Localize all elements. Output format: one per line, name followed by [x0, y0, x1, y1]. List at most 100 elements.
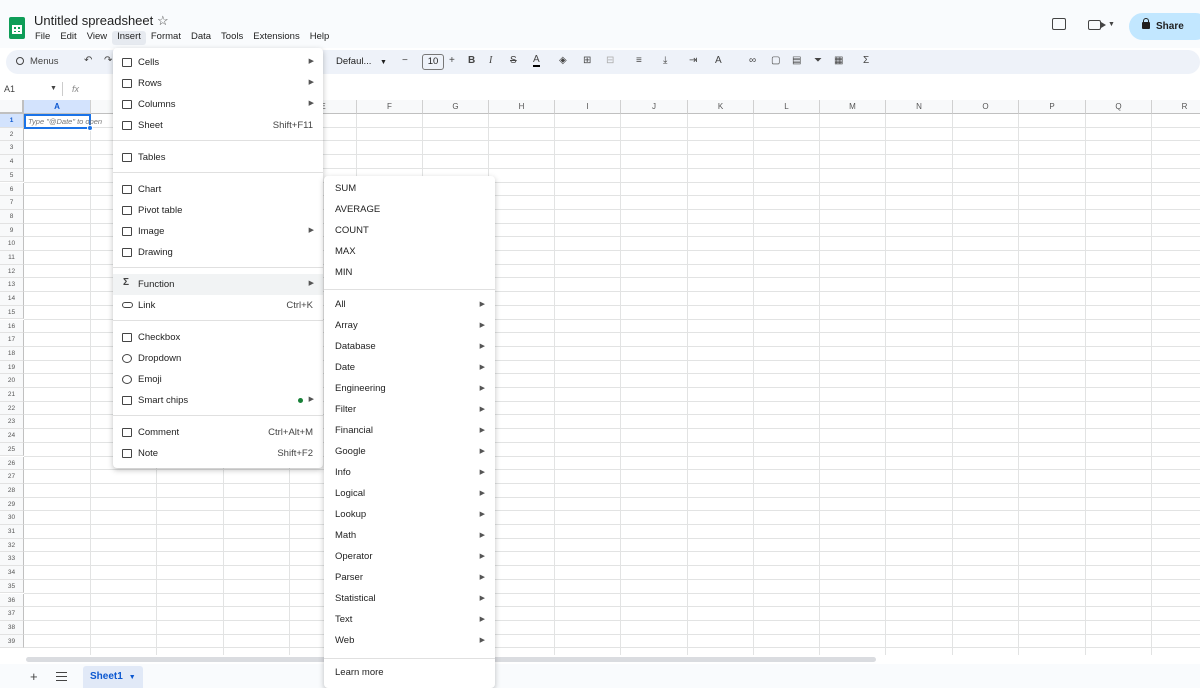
column-header-o[interactable]: O	[953, 100, 1019, 114]
undo-icon[interactable]: ↶	[84, 55, 92, 66]
row-header[interactable]: 39	[0, 634, 24, 649]
function-category-database[interactable]: Database ▶	[324, 336, 495, 357]
filter-icon[interactable]: ⏷	[814, 55, 822, 66]
row-header[interactable]: 22	[0, 401, 24, 416]
column-header-i[interactable]: I	[555, 100, 621, 114]
chevron-down-icon[interactable]: ▼	[129, 674, 136, 681]
function-category-date[interactable]: Date ▶	[324, 357, 495, 378]
row-header[interactable]: 29	[0, 497, 24, 512]
menu-format[interactable]: Format	[146, 31, 186, 45]
share-button[interactable]: Share	[1129, 13, 1200, 40]
column-header-r[interactable]: R	[1152, 100, 1200, 114]
column-header-m[interactable]: M	[820, 100, 886, 114]
menu-tools[interactable]: Tools	[216, 31, 248, 45]
function-category-parser[interactable]: Parser ▶	[324, 567, 495, 588]
column-header-k[interactable]: K	[688, 100, 754, 114]
meet-icon[interactable]	[1088, 20, 1106, 30]
row-header[interactable]: 14	[0, 292, 24, 306]
learn-more-link[interactable]: Learn more	[324, 662, 495, 683]
insert-menu-item-sheet[interactable]: Sheet Shift+F11	[113, 115, 323, 136]
row-header[interactable]: 7	[0, 196, 24, 210]
column-header-a[interactable]: A	[24, 100, 91, 114]
redo-icon[interactable]: ↷	[104, 55, 112, 66]
function-category-financial[interactable]: Financial ▶	[324, 420, 495, 441]
insert-menu-item-note[interactable]: Note Shift+F2	[113, 443, 323, 464]
row-header[interactable]: 19	[0, 360, 24, 375]
row-header[interactable]: 25	[0, 442, 24, 457]
search-menus[interactable]: Menus	[16, 56, 59, 67]
insert-comment-icon[interactable]: ▢	[771, 55, 780, 66]
row-header[interactable]: 15	[0, 305, 24, 320]
insert-menu-item-image[interactable]: Image ▶	[113, 221, 323, 242]
insert-chart-icon[interactable]: ▤	[792, 55, 801, 66]
column-header-h[interactable]: H	[489, 100, 555, 114]
function-category-all[interactable]: All ▶	[324, 294, 495, 315]
row-header[interactable]: 33	[0, 552, 24, 567]
function-category-array[interactable]: Array ▶	[324, 315, 495, 336]
chevron-down-icon[interactable]: ▼	[1108, 21, 1115, 28]
row-header[interactable]: 12	[0, 264, 24, 279]
row-header[interactable]: 3	[0, 141, 24, 156]
document-title[interactable]: Untitled spreadsheet	[34, 13, 153, 28]
insert-menu-item-columns[interactable]: Columns ▶	[113, 94, 323, 115]
row-header[interactable]: 38	[0, 620, 24, 635]
row-header[interactable]: 30	[0, 511, 24, 525]
insert-menu-item-cells[interactable]: Cells ▶	[113, 52, 323, 73]
column-header-q[interactable]: Q	[1086, 100, 1152, 114]
fill-handle[interactable]	[87, 125, 93, 131]
vertical-align-icon[interactable]: ⤓	[663, 55, 667, 66]
fill-color-icon[interactable]: ◈	[559, 55, 567, 66]
row-header[interactable]: 5	[0, 168, 24, 183]
row-header[interactable]: 35	[0, 579, 24, 594]
sheet-tab[interactable]: Sheet1 ▼	[83, 666, 143, 688]
all-sheets-icon[interactable]	[56, 672, 67, 681]
row-header[interactable]: 27	[0, 470, 24, 484]
text-wrap-icon[interactable]: ⇥	[689, 55, 697, 66]
function-sum[interactable]: SUM	[324, 178, 495, 199]
insert-menu-item-emoji[interactable]: Emoji	[113, 369, 323, 390]
decrease-font-size-icon[interactable]: −	[402, 55, 408, 66]
function-category-logical[interactable]: Logical ▶	[324, 483, 495, 504]
align-icon[interactable]: ≡	[636, 55, 642, 66]
menu-extensions[interactable]: Extensions	[248, 31, 304, 45]
row-header[interactable]: 32	[0, 538, 24, 553]
row-header[interactable]: 11	[0, 251, 24, 265]
menu-data[interactable]: Data	[186, 31, 216, 45]
insert-menu-item-function[interactable]: Σ Function ▶	[113, 274, 323, 295]
function-category-engineering[interactable]: Engineering ▶	[324, 378, 495, 399]
function-category-google[interactable]: Google ▶	[324, 441, 495, 462]
insert-menu-item-dropdown[interactable]: Dropdown	[113, 348, 323, 369]
function-category-operator[interactable]: Operator ▶	[324, 546, 495, 567]
function-count[interactable]: COUNT	[324, 220, 495, 241]
row-header[interactable]: 2	[0, 127, 24, 142]
function-category-lookup[interactable]: Lookup ▶	[324, 504, 495, 525]
menu-edit[interactable]: Edit	[55, 31, 81, 45]
row-header[interactable]: 23	[0, 415, 24, 430]
column-header-n[interactable]: N	[886, 100, 953, 114]
menu-view[interactable]: View	[82, 31, 112, 45]
menu-insert[interactable]: Insert	[112, 31, 146, 45]
comment-history-icon[interactable]	[1052, 18, 1066, 30]
text-color-icon[interactable]: A	[533, 55, 540, 67]
column-header-f[interactable]: F	[357, 100, 423, 114]
row-header[interactable]: 20	[0, 374, 24, 388]
column-header-p[interactable]: P	[1019, 100, 1086, 114]
row-header[interactable]: 16	[0, 319, 24, 334]
row-header[interactable]: 18	[0, 346, 24, 361]
insert-menu-item-smart-chips[interactable]: Smart chips ▶	[113, 390, 323, 411]
row-header[interactable]: 8	[0, 209, 24, 224]
insert-menu-item-rows[interactable]: Rows ▶	[113, 73, 323, 94]
insert-menu-item-comment[interactable]: Comment Ctrl+Alt+M	[113, 422, 323, 443]
insert-menu-item-pivot-table[interactable]: Pivot table	[113, 200, 323, 221]
row-header[interactable]: 6	[0, 182, 24, 197]
row-header[interactable]: 9	[0, 223, 24, 238]
strikethrough-icon[interactable]: S	[510, 55, 517, 66]
add-sheet-icon[interactable]: +	[30, 669, 38, 684]
insert-menu-item-link[interactable]: Link Ctrl+K	[113, 295, 323, 316]
function-max[interactable]: MAX	[324, 241, 495, 262]
menu-help[interactable]: Help	[305, 31, 335, 45]
row-header[interactable]: 13	[0, 278, 24, 293]
row-header[interactable]: 36	[0, 593, 24, 608]
function-category-statistical[interactable]: Statistical ▶	[324, 588, 495, 609]
column-header-j[interactable]: J	[621, 100, 688, 114]
